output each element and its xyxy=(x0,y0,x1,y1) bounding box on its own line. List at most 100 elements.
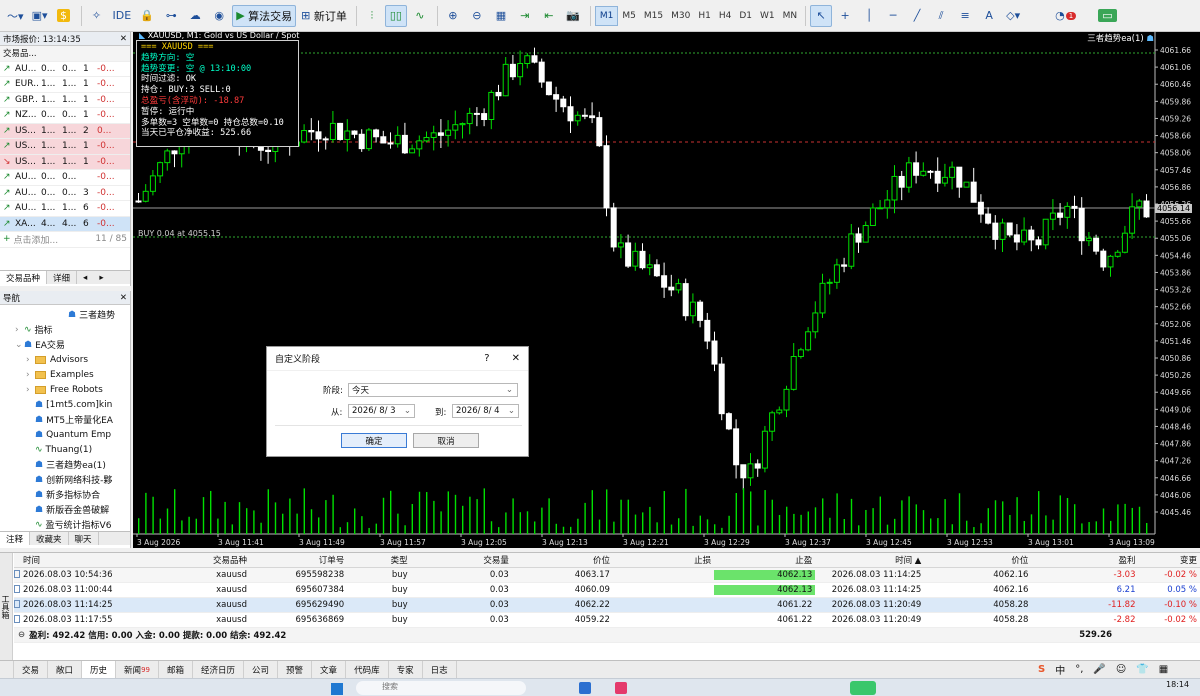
from-date-input[interactable]: 2026/ 8/ 3 ⌄ xyxy=(348,404,415,418)
timeframe-m5[interactable]: M5 xyxy=(618,6,640,26)
grid-icon[interactable]: ▦ xyxy=(490,5,512,27)
navigator-item[interactable]: ∿ 盈亏统计指标V6 xyxy=(0,517,130,532)
cancel-button[interactable]: 取消 xyxy=(413,433,479,448)
expand-icon[interactable]: › xyxy=(26,355,35,365)
ide-button[interactable]: IDE xyxy=(110,5,135,27)
toolbox-tab[interactable]: 专家 xyxy=(389,660,423,679)
symbol-row[interactable]: ↘ US... 1... 1... 1 -0... xyxy=(0,154,130,170)
crosshair-icon[interactable]: + xyxy=(834,5,856,27)
close-icon[interactable]: ✕ xyxy=(120,34,127,44)
cursor-icon[interactable]: ↖ xyxy=(810,4,833,27)
period-select[interactable]: 今天 ⌄ xyxy=(348,383,518,397)
navigator-item[interactable]: ☗ 三者趋势 xyxy=(0,307,130,322)
shapes-icon[interactable]: ◇▾ xyxy=(1002,5,1024,27)
symbol-row[interactable]: ↗ NZ... 0... 0... 1 -0... xyxy=(0,108,130,124)
navigator-item[interactable]: › Free Robots xyxy=(0,382,130,397)
navigator-item[interactable]: ☗ 创新网络科技-夥 xyxy=(0,472,130,487)
column-header[interactable]: 交易量 xyxy=(411,554,512,566)
autoscroll-icon[interactable]: ⇥ xyxy=(514,5,536,27)
navigator-item[interactable]: › Examples xyxy=(0,367,130,382)
close-icon[interactable]: ✕ xyxy=(512,353,520,364)
timeframe-m30[interactable]: M30 xyxy=(667,6,694,26)
column-header[interactable]: 止盈 xyxy=(714,554,815,566)
to-date-input[interactable]: 2026/ 8/ 4 ⌄ xyxy=(452,404,519,418)
toolbox-tab[interactable]: 预警 xyxy=(278,660,313,679)
timeframe-h1[interactable]: H1 xyxy=(694,6,715,26)
notification-icon[interactable]: ◔ 1 xyxy=(1052,5,1079,27)
taskbar-wechat-icon[interactable] xyxy=(850,681,876,695)
toolbox-tab[interactable]: 公司 xyxy=(244,660,279,679)
column-header[interactable]: 时间 xyxy=(20,554,147,566)
microphone-icon[interactable]: 🎤 xyxy=(1093,664,1105,675)
toolbox-tab[interactable]: 代码库 xyxy=(346,660,389,679)
ime-mode[interactable]: 中 xyxy=(1055,662,1065,677)
navigator-item[interactable]: ☗ [1mt5.com]kin xyxy=(0,397,130,412)
navigator-item[interactable]: › Advisors xyxy=(0,352,130,367)
navigator-item[interactable]: ☗ 新多指标协合 xyxy=(0,487,130,502)
add-symbol-row[interactable]: + 点击添加... 11 / 85 xyxy=(0,232,130,248)
text-tool-icon[interactable]: A xyxy=(978,5,1000,27)
start-icon[interactable] xyxy=(331,683,343,695)
column-header[interactable]: 盈利 xyxy=(1031,554,1138,566)
collapse-icon[interactable]: ⊖ xyxy=(14,630,29,640)
column-header[interactable]: 变更 xyxy=(1139,554,1200,566)
tab-chat[interactable]: 聊天 xyxy=(69,532,99,545)
navigator-item[interactable]: ☗ 新版吞金兽破解 xyxy=(0,502,130,517)
table-row[interactable]: 2026.08.03 11:14:25 xauusd 695629490 buy 0.0… xyxy=(14,598,1200,613)
taskbar-app-icon[interactable] xyxy=(615,682,627,694)
emoji-icon[interactable]: ☺ xyxy=(1116,664,1126,675)
chart-ea-label[interactable]: 三者趋势ea(1) ☗ xyxy=(1087,32,1154,44)
tab-comments[interactable]: 注释 xyxy=(0,532,31,545)
screenshot-icon[interactable]: 📷 xyxy=(562,5,584,27)
timeframe-mn[interactable]: MN xyxy=(779,6,802,26)
navigator-item[interactable]: ∿ Thuang(1) xyxy=(0,442,130,457)
scroll-left-icon[interactable]: ◂ xyxy=(77,271,93,284)
toolbox-tab[interactable]: 交易 xyxy=(14,660,49,679)
timeframe-h4[interactable]: H4 xyxy=(715,6,736,26)
column-header[interactable]: 止损 xyxy=(613,554,714,566)
zoom-out-icon[interactable]: ⊖ xyxy=(466,5,488,27)
taskbar-search[interactable]: 搜索 xyxy=(356,681,526,695)
toolbox-tab[interactable]: 经济日历 xyxy=(193,660,245,679)
toolbox-grid-icon[interactable]: ▦ xyxy=(1159,664,1168,675)
vps-icon[interactable]: ◉ xyxy=(208,5,230,27)
algo-trading-button[interactable]: ▶ 算法交易 xyxy=(232,4,297,27)
sogou-icon[interactable]: S xyxy=(1038,664,1045,675)
timeframe-m15[interactable]: M15 xyxy=(640,6,667,26)
horizontal-line-icon[interactable]: ─ xyxy=(882,5,904,27)
order-line-label[interactable]: BUY 0.04 at 4055.15 xyxy=(138,229,221,238)
close-icon[interactable]: ✕ xyxy=(120,293,127,303)
table-row[interactable]: 2026.08.03 11:17:55 xauusd 695636869 buy 0.0… xyxy=(14,613,1200,628)
symbol-column-header[interactable]: 交易品... xyxy=(0,47,50,59)
ok-button[interactable]: 确定 xyxy=(341,433,407,448)
navigator-item[interactable]: ☗ MT5上帝量化EA xyxy=(0,412,130,427)
symbol-row[interactable]: ↗ AU... 0... 0... 1 -0... xyxy=(0,62,130,77)
expand-icon[interactable]: › xyxy=(15,325,24,335)
column-header[interactable]: 类型 xyxy=(347,554,410,566)
navigator-item[interactable]: › ∿ 指标 xyxy=(0,322,130,337)
lock-icon[interactable]: 🔒 xyxy=(136,5,158,27)
toolbox-tab[interactable]: 邮箱 xyxy=(159,660,193,679)
navigator-item[interactable]: ☗ 三者趋势ea(1) xyxy=(0,457,130,472)
table-row[interactable]: 2026.08.03 11:00:44 xauusd 695607384 buy 0.0… xyxy=(14,583,1200,598)
navigator-item[interactable]: ☗ Quantum Emp xyxy=(0,427,130,442)
deposit-icon[interactable]: $ xyxy=(53,5,75,27)
candlestick-icon[interactable]: ▯▯ xyxy=(384,4,407,27)
fibonacci-icon[interactable]: ≡ xyxy=(954,5,976,27)
new-order-button[interactable]: ⊞ 新订单 xyxy=(298,5,350,27)
column-header[interactable]: 交易品种 xyxy=(147,554,250,566)
chat-icon[interactable]: ▭ xyxy=(1095,5,1119,27)
toolbox-tab[interactable]: 历史 xyxy=(82,660,117,679)
column-header[interactable]: 时间 ▲ xyxy=(815,554,924,566)
toggle-icon[interactable]: ⊶ xyxy=(160,5,182,27)
column-header[interactable]: 订单号 xyxy=(250,554,347,566)
expand-icon[interactable]: › xyxy=(26,370,35,380)
symbol-row[interactable]: ↗ AU... 0... 0... 3 -0... xyxy=(0,186,130,201)
chart-window-icon[interactable]: ▣▾ xyxy=(29,5,51,27)
line-chart-type-icon[interactable]: ∿ xyxy=(409,5,431,27)
symbol-row[interactable]: ↗EUR...1...1...1-0... xyxy=(0,77,130,93)
expand-icon[interactable]: › xyxy=(26,385,35,395)
toolbox-tab[interactable]: 新闻 99 xyxy=(116,660,159,679)
symbol-row[interactable]: ↗GBP...1...1...1-0... xyxy=(0,93,130,108)
metaeditor-icon[interactable]: ✧ xyxy=(86,5,108,27)
